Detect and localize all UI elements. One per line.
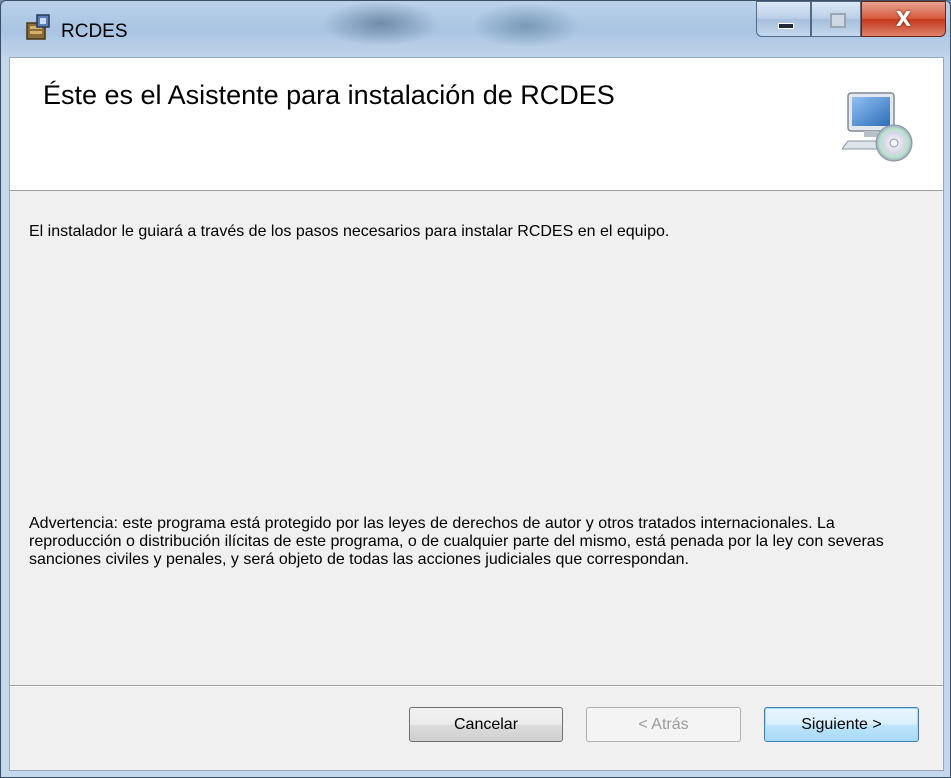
next-button[interactable]: Siguiente > [764,707,919,742]
intro-text: El instalador le guiará a través de los … [29,223,670,240]
back-button[interactable]: < Atrás [586,707,741,742]
cancel-button[interactable]: Cancelar [409,707,563,742]
copyright-warning: Advertencia: este programa está protegid… [29,515,884,568]
installer-icon [26,14,50,40]
computer-cd-icon [842,92,913,162]
close-button[interactable]: X [861,1,946,37]
close-icon: X [895,7,912,31]
background-blur [321,1,441,46]
divider [10,685,943,687]
maximize-icon [830,13,846,28]
header-banner: Éste es el Asistente para instalación de… [10,58,943,191]
dialog-client-area: Éste es el Asistente para instalación de… [9,57,944,771]
window-title: RCDES [61,21,128,42]
minimize-button[interactable] [756,1,811,37]
minimize-icon [778,23,794,29]
title-bar[interactable]: RCDES X [1,1,950,57]
installer-window: RCDES X Éste es el Asistente para instal… [0,0,951,778]
page-title: Éste es el Asistente para instalación de… [43,80,615,110]
maximize-button[interactable] [811,1,861,37]
background-blur [471,3,581,48]
